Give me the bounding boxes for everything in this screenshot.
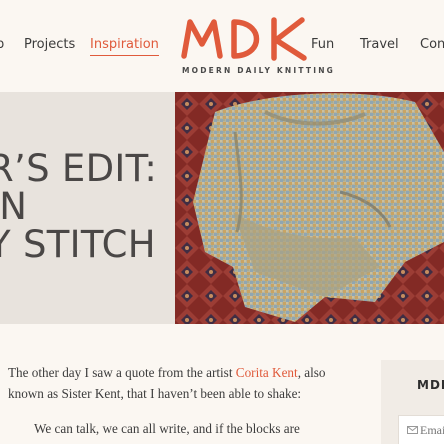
- email-field[interactable]: [398, 415, 444, 444]
- mdk-logo-mark: [181, 17, 307, 61]
- newsletter-sidebar: MDK: [381, 360, 444, 444]
- mail-icon: [407, 426, 418, 434]
- corita-kent-link[interactable]: Corita Kent: [236, 365, 298, 380]
- hero-title-line-1: R’S EDIT:: [0, 147, 158, 190]
- sidebar-title: MDK: [417, 378, 444, 392]
- nav-item-partial[interactable]: p: [0, 37, 4, 52]
- hero-banner: R’S EDIT: IN Y STITCH: [0, 92, 444, 324]
- nav-item-projects[interactable]: Projects: [24, 37, 75, 52]
- article-quote: We can talk, we can all write, and if th…: [34, 421, 300, 436]
- nav-item-inspiration[interactable]: Inspiration: [90, 37, 159, 56]
- hero-title-line-3: Y STITCH: [0, 223, 156, 266]
- logo-tagline: MODERN DAILY KNITTING: [182, 66, 336, 75]
- nav-item-travel[interactable]: Travel: [360, 37, 399, 52]
- nav-item-con[interactable]: Con: [420, 37, 444, 52]
- hero-title: R’S EDIT: IN Y STITCH: [0, 150, 157, 264]
- sweater-on-rug-image: [175, 92, 444, 324]
- email-input[interactable]: [420, 423, 444, 438]
- article-text-start: The other day I saw a quote from the art…: [8, 365, 236, 380]
- hero-title-line-2: IN: [0, 185, 28, 228]
- article-paragraph: The other day I saw a quote from the art…: [8, 362, 348, 404]
- site-header: p Projects Inspiration MODERN DAILY KNIT…: [0, 0, 444, 92]
- nav-item-fun[interactable]: Fun: [311, 37, 334, 52]
- mdk-logo[interactable]: MODERN DAILY KNITTING: [176, 12, 333, 80]
- hero-image[interactable]: [175, 92, 444, 324]
